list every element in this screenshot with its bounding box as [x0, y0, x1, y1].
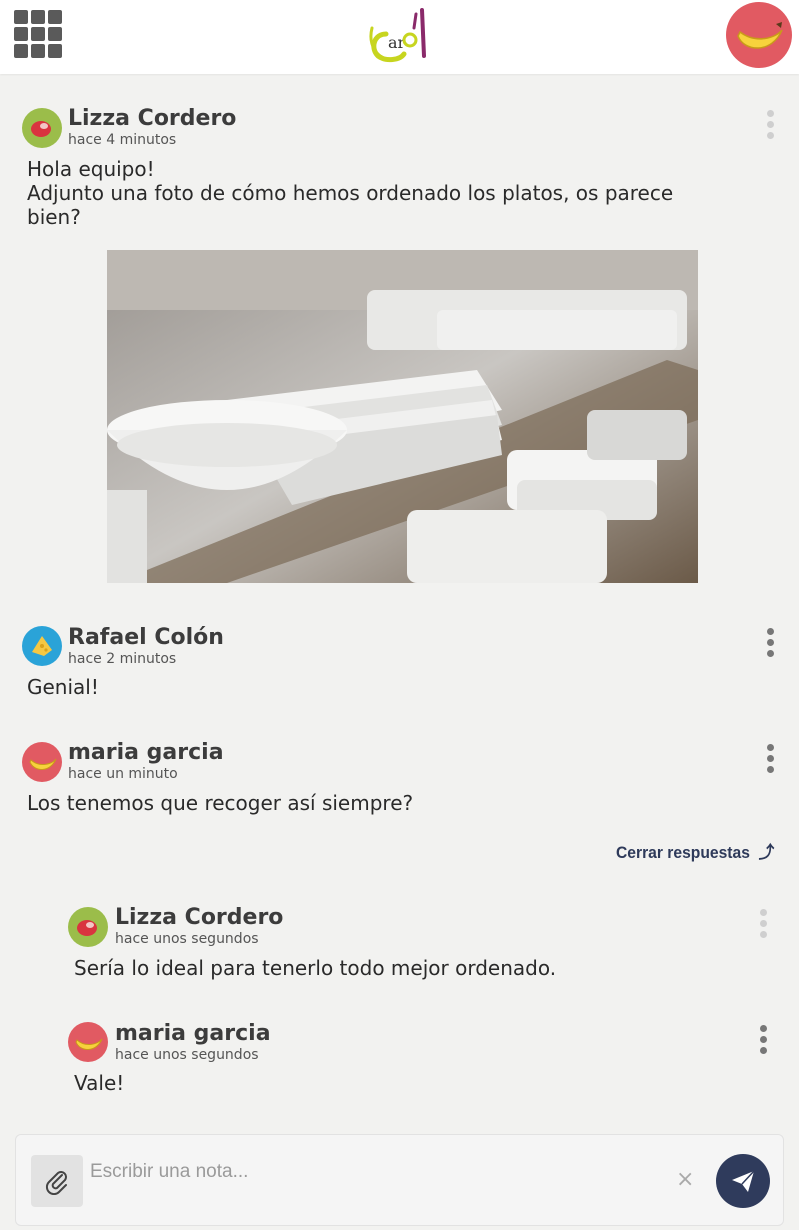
user-avatar-banana-icon[interactable]: [726, 2, 792, 68]
avatar-steak-icon: [22, 108, 62, 148]
note-input[interactable]: [90, 1155, 650, 1189]
reply-author: maria garcia: [115, 1021, 271, 1046]
dishes-photo[interactable]: [107, 250, 698, 583]
reply-time: hace unos segundos: [115, 931, 259, 947]
post-message: Hola equipo! Adjunto una foto de cómo he…: [27, 157, 757, 229]
apps-grid-icon[interactable]: [14, 10, 62, 58]
avatar-steak-icon: [68, 907, 108, 947]
post-time: hace 2 minutos: [68, 651, 177, 667]
more-options-icon[interactable]: [756, 909, 770, 945]
avatar-banana-icon: [68, 1022, 108, 1062]
post-message-line: bien?: [27, 205, 81, 229]
post-message-line: Adjunto una foto de cómo hemos ordenado …: [27, 181, 674, 205]
post-message-line: Hola equipo!: [27, 157, 155, 181]
carol-logo: ar: [369, 8, 426, 63]
avatar-banana-icon: [22, 742, 62, 782]
attach-paperclip-icon[interactable]: [31, 1155, 83, 1207]
send-paper-plane-icon[interactable]: [716, 1154, 770, 1208]
reply-message: Sería lo ideal para tenerlo todo mejor o…: [74, 956, 557, 980]
more-options-icon[interactable]: [763, 628, 777, 664]
reply-time: hace unos segundos: [115, 1047, 259, 1063]
more-options-icon[interactable]: [763, 744, 777, 780]
post-author: Rafael Colón: [68, 625, 224, 650]
close-replies-button[interactable]: Cerrar respuestas ⤴: [616, 838, 774, 863]
clear-input-icon[interactable]: ×: [676, 1165, 694, 1195]
post-author: Lizza Cordero: [68, 106, 237, 131]
svg-text:ar: ar: [388, 33, 406, 52]
avatar-cheese-icon: [22, 626, 62, 666]
post-message: Los tenemos que recoger así siempre?: [27, 791, 414, 815]
more-options-icon[interactable]: [763, 110, 777, 146]
post-message: Genial!: [27, 675, 99, 699]
reply-message: Vale!: [74, 1071, 125, 1095]
more-options-icon[interactable]: [756, 1025, 770, 1061]
post-author: maria garcia: [68, 740, 224, 765]
top-bar: ar: [0, 0, 799, 74]
arrow-up-icon: ⤴: [754, 843, 775, 862]
reply-author: Lizza Cordero: [115, 905, 284, 930]
close-replies-label: Cerrar respuestas: [616, 843, 750, 862]
post-time: hace 4 minutos: [68, 132, 177, 148]
post-time: hace un minuto: [68, 766, 178, 782]
note-composer: ×: [15, 1134, 784, 1226]
